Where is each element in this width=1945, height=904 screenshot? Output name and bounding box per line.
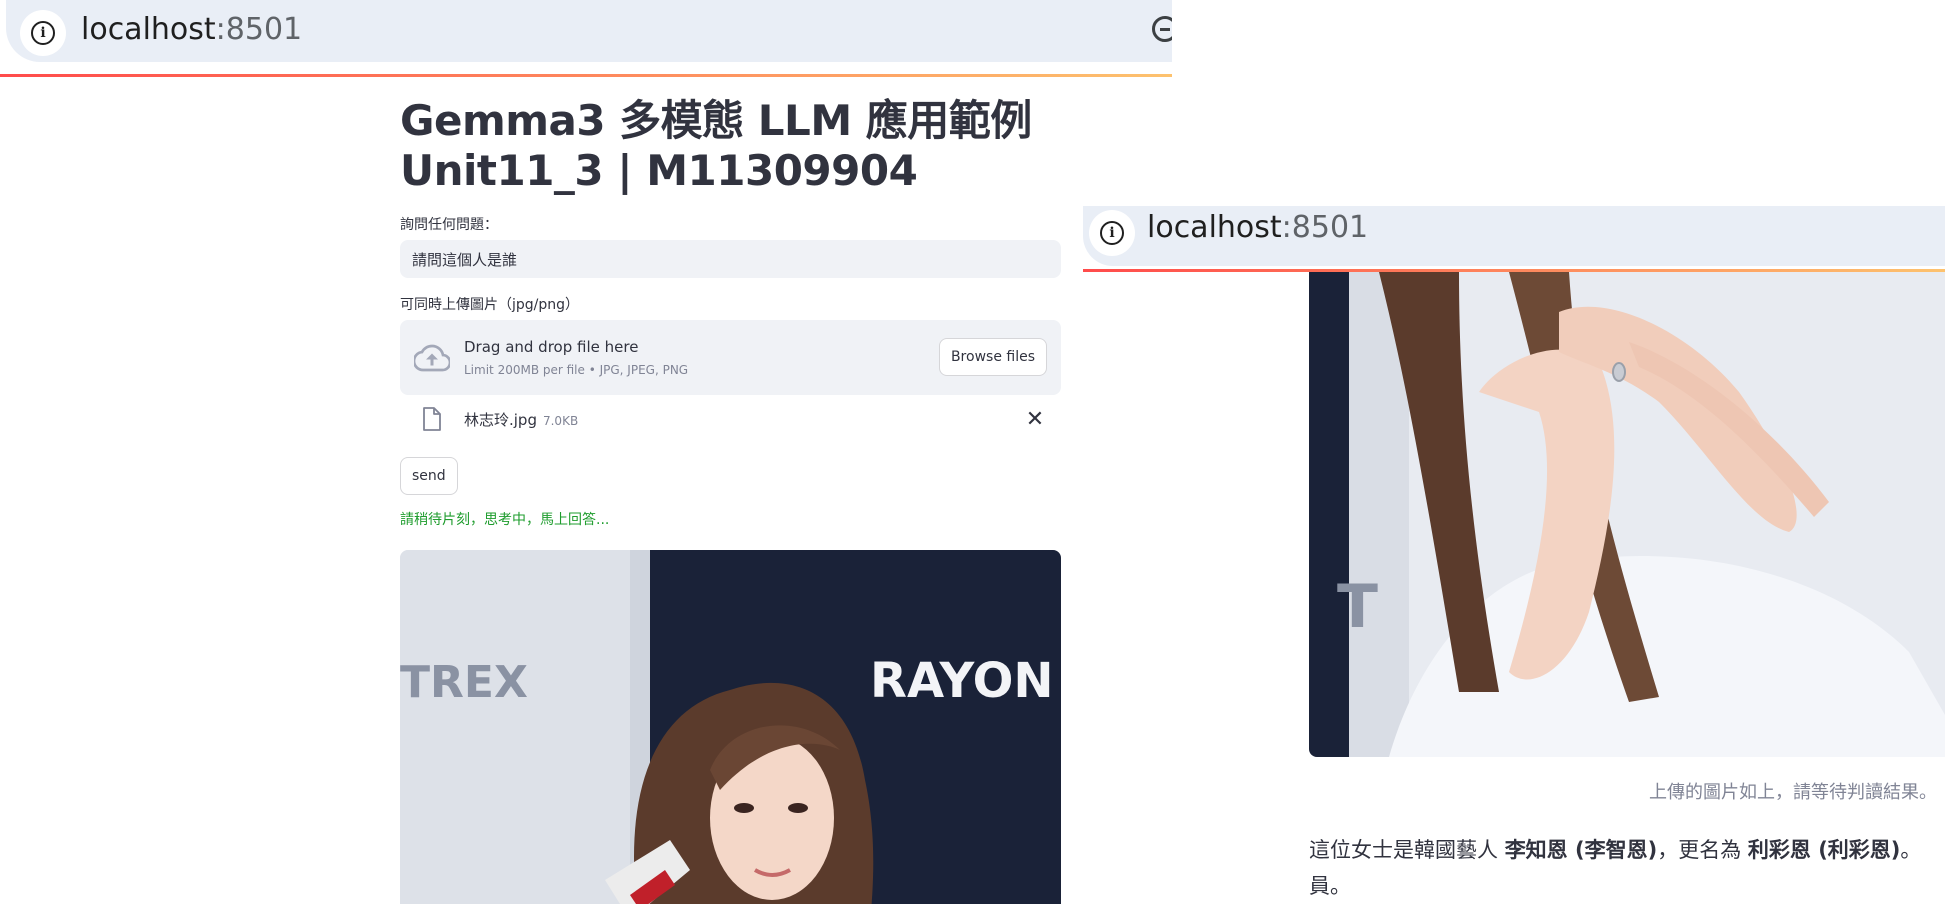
send-button[interactable]: send xyxy=(400,457,458,495)
dropzone-text: Drag and drop file here xyxy=(464,338,639,356)
file-size: 7.0KB xyxy=(542,414,579,428)
zoom-out-icon[interactable] xyxy=(1152,16,1172,42)
site-info-button-right[interactable]: i xyxy=(1089,210,1135,256)
image-caption: 上傳的圖片如上，請等待判讀結果。 xyxy=(1649,782,1937,803)
portrait-photo-lower: T xyxy=(1309,272,1945,757)
cloud-upload-icon xyxy=(414,344,450,372)
status-message: 請稍待片刻，思考中，馬上回答... xyxy=(400,512,610,528)
upload-label: 可同時上傳圖片（jpg/png） xyxy=(400,297,580,313)
url-field-right[interactable]: i localhost:8501 xyxy=(1083,206,1945,266)
portrait-photo: TREX RAYON xyxy=(400,550,1061,904)
site-info-button[interactable]: i xyxy=(20,10,66,56)
brand-text-lower: T xyxy=(1337,572,1378,642)
browse-files-button[interactable]: Browse files xyxy=(938,338,1047,376)
url-text: localhost:8501 xyxy=(81,12,303,47)
llm-answer: 這位女士是韓國藝人 李知恩 (李智恩)，更名為 利彩恩 (利彩恩)。 員。 xyxy=(1309,838,1922,898)
url-field[interactable]: i localhost:8501 xyxy=(6,0,1172,62)
brand-text-right: RAYON xyxy=(870,653,1054,709)
url-text-right: localhost:8501 xyxy=(1147,210,1369,245)
left-browser-window: i localhost:8501 Gemma3 多模態 LLM 應用範例 Uni… xyxy=(0,0,1172,904)
file-name: 林志玲.jpg 7.0KB xyxy=(464,411,579,429)
info-icon: i xyxy=(31,21,55,45)
file-dropzone[interactable]: Drag and drop file here Limit 200MB per … xyxy=(400,320,1061,395)
remove-file-icon[interactable]: ✕ xyxy=(1023,407,1047,431)
uploaded-image: TREX RAYON xyxy=(400,550,1061,904)
question-label: 詢問任何問題： xyxy=(400,217,498,233)
info-icon: i xyxy=(1100,221,1124,245)
address-bar: i localhost:8501 xyxy=(0,0,1172,76)
address-bar-right: i localhost:8501 xyxy=(1083,206,1945,270)
uploaded-image-lower: T xyxy=(1309,272,1945,757)
file-icon xyxy=(423,407,441,431)
dropzone-limit: Limit 200MB per file • JPG, JPEG, PNG xyxy=(464,363,689,377)
app-main: Gemma3 多模態 LLM 應用範例 Unit11_3 | M11309904… xyxy=(400,96,1061,529)
right-browser-window: i localhost:8501 T 上傳的圖片如上，請等待判讀結果。 這位女士… xyxy=(1083,206,1945,904)
uploaded-file-row: 林志玲.jpg 7.0KB ✕ xyxy=(400,395,1061,455)
header-decoration xyxy=(0,74,1172,77)
brand-text-left: TREX xyxy=(400,657,528,708)
question-input[interactable] xyxy=(400,240,1061,278)
page-title: Gemma3 多模態 LLM 應用範例 Unit11_3 | M11309904 xyxy=(400,96,1032,195)
